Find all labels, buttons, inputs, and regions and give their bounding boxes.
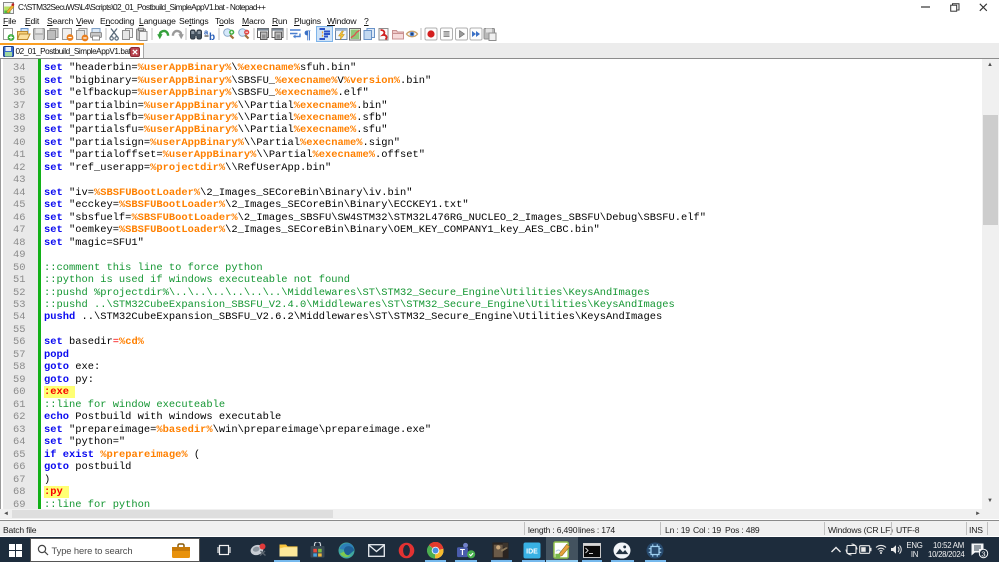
svg-text:T: T bbox=[460, 548, 465, 557]
svg-text:IDE: IDE bbox=[526, 548, 538, 555]
svg-text:3: 3 bbox=[981, 549, 985, 558]
svg-text:¶: ¶ bbox=[304, 27, 311, 42]
svg-text:b: b bbox=[209, 32, 215, 43]
